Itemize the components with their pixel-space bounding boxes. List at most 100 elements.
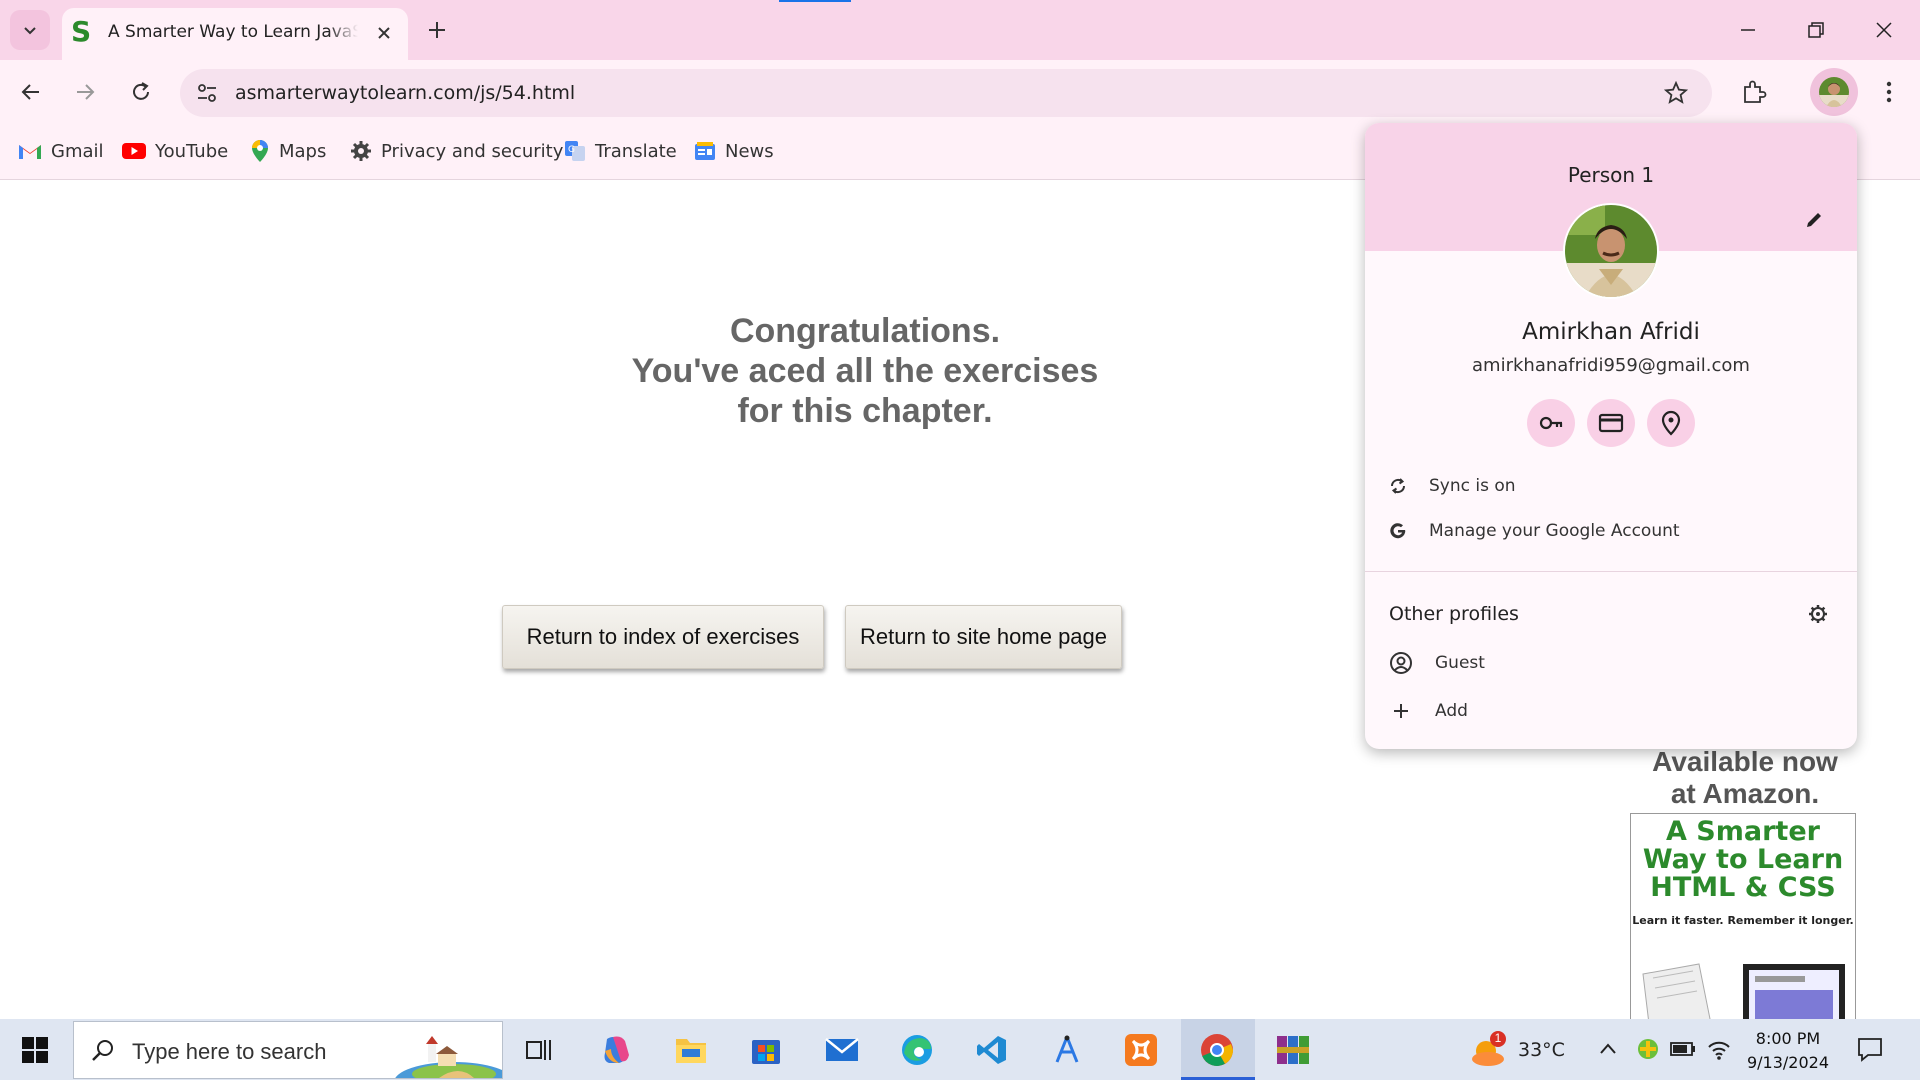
bookmark-translate[interactable]: G Translate <box>564 139 677 163</box>
winrar-button[interactable] <box>1274 1031 1312 1069</box>
reload-icon[interactable] <box>130 81 152 103</box>
manage-profiles-gear-icon[interactable] <box>1807 603 1829 625</box>
weather-badge: 1 <box>1494 1031 1502 1045</box>
chevron-down-icon <box>24 27 36 35</box>
url-text: asmarterwaytolearn.com/js/54.html <box>235 82 576 104</box>
congrats-line: You've aced all the exercises <box>631 352 1099 390</box>
payment-methods-button[interactable] <box>1587 399 1635 447</box>
address-bar[interactable]: asmarterwaytolearn.com/js/54.html <box>180 69 1712 117</box>
translate-icon: G <box>565 141 585 161</box>
manage-account-row[interactable]: Manage your Google Account <box>1389 521 1680 541</box>
notifications-icon[interactable] <box>1856 1035 1884 1063</box>
amazon-promo-text: Available now at Amazon. <box>1640 746 1850 810</box>
congrats-line: Congratulations. <box>729 312 1001 350</box>
new-tab-icon[interactable] <box>427 20 447 40</box>
sync-icon <box>1390 478 1406 494</box>
edit-pencil-icon[interactable] <box>1803 209 1825 231</box>
bookmark-label: Translate <box>595 140 677 162</box>
weather-temperature[interactable]: 33°C <box>1518 1039 1565 1061</box>
profile-person-label: Person 1 <box>1567 163 1655 187</box>
bookmark-label: News <box>725 140 774 162</box>
task-view-button[interactable] <box>520 1031 558 1069</box>
passwords-button[interactable] <box>1527 399 1575 447</box>
taskbar-search[interactable]: Type here to search <box>73 1021 503 1079</box>
close-tab-icon[interactable] <box>376 25 392 41</box>
tab-search-button[interactable] <box>10 10 50 50</box>
wifi-icon[interactable] <box>1706 1035 1732 1061</box>
return-to-index-button[interactable]: Return to index of exercises <box>502 605 824 669</box>
forward-icon[interactable] <box>74 81 96 103</box>
key-icon <box>1539 416 1563 430</box>
return-to-home-button[interactable]: Return to site home page <box>845 605 1122 669</box>
tab-strip: S A Smarter Way to Learn JavaScript <box>0 0 1920 60</box>
battery-icon[interactable] <box>1670 1040 1696 1058</box>
book-cover-link[interactable]: A Smarter Way to Learn HTML & CSS Learn … <box>1630 813 1856 1023</box>
extensions-icon[interactable] <box>1741 79 1767 105</box>
copilot-button[interactable] <box>597 1031 635 1069</box>
file-explorer-button[interactable] <box>672 1031 710 1069</box>
system-clock[interactable]: 8:00 PM 9/13/2024 <box>1738 1027 1838 1075</box>
bookmark-label: Maps <box>279 140 327 162</box>
mail-button[interactable] <box>823 1031 861 1069</box>
chrome-active-tile[interactable] <box>1181 1019 1255 1080</box>
avatar <box>1819 77 1849 107</box>
bookmark-privacy[interactable]: Privacy and security <box>350 139 563 163</box>
edge-button[interactable] <box>898 1031 936 1069</box>
windows-start-icon[interactable] <box>22 1037 48 1063</box>
youtube-icon <box>122 143 146 159</box>
add-profile-row[interactable]: Add <box>1389 699 1468 723</box>
taskbar: Type here to search 1 33°C 8:00 PM 9/13/… <box>0 1019 1920 1080</box>
minimize-icon[interactable] <box>1738 20 1758 40</box>
bookmark-star-icon[interactable] <box>1664 81 1688 105</box>
site-info-icon[interactable] <box>196 82 218 104</box>
tray-app-icon[interactable] <box>1636 1037 1660 1061</box>
sync-status-row[interactable]: Sync is on <box>1389 476 1516 496</box>
site-favicon-icon: S <box>71 15 92 48</box>
bookmark-youtube[interactable]: YouTube <box>122 139 228 163</box>
browser-toolbar: asmarterwaytolearn.com/js/54.html <box>0 60 1920 122</box>
vscode-icon <box>977 1036 1006 1064</box>
book-title: A Smarter Way to Learn HTML & CSS <box>1642 816 1844 903</box>
manage-account-label: Manage your Google Account <box>1429 521 1680 541</box>
vscode-button[interactable] <box>973 1031 1011 1069</box>
search-placeholder: Type here to search <box>132 1039 327 1064</box>
close-window-icon[interactable] <box>1874 20 1894 40</box>
book-tagline: Learn it faster. Remember it longer. <box>1632 914 1854 927</box>
addresses-button[interactable] <box>1647 399 1695 447</box>
app-button[interactable] <box>1048 1031 1086 1069</box>
more-menu-icon[interactable] <box>1878 80 1900 104</box>
account-circle-icon <box>1390 652 1412 674</box>
maps-pin-icon <box>252 140 268 162</box>
bookmark-maps[interactable]: Maps <box>250 139 326 163</box>
tab-active[interactable]: S A Smarter Way to Learn JavaScript <box>62 8 408 60</box>
drag-indicator <box>779 0 851 2</box>
folder-icon <box>676 1039 706 1063</box>
congrats-line: for this chapter. <box>737 392 993 430</box>
chevron-up-icon[interactable] <box>1598 1041 1618 1057</box>
profile-name: Amirkhan Afridi <box>1522 319 1700 345</box>
task-view-icon <box>526 1040 551 1060</box>
book-illustration <box>1642 963 1845 1022</box>
other-profiles-heading: Other profiles <box>1389 603 1519 625</box>
store-icon <box>752 1040 780 1064</box>
restore-icon[interactable] <box>1806 20 1826 40</box>
clock-time: 8:00 PM <box>1755 1029 1821 1048</box>
bookmark-label: YouTube <box>155 140 229 162</box>
guest-profile-row[interactable]: Guest <box>1389 651 1485 675</box>
sync-label: Sync is on <box>1429 476 1516 496</box>
google-g-icon <box>1390 523 1406 539</box>
winrar-icon <box>1277 1036 1309 1064</box>
guest-label: Guest <box>1435 653 1485 673</box>
gmail-icon <box>19 145 41 159</box>
microsoft-store-button[interactable] <box>747 1031 785 1069</box>
bookmark-gmail[interactable]: Gmail <box>18 139 104 163</box>
back-icon[interactable] <box>20 81 42 103</box>
chrome-icon <box>1201 1034 1233 1066</box>
xampp-button[interactable] <box>1122 1031 1160 1069</box>
gear-icon <box>351 141 371 161</box>
profile-button[interactable] <box>1810 68 1858 116</box>
bookmark-news[interactable]: News <box>694 139 774 163</box>
xampp-icon <box>1125 1034 1157 1066</box>
vector-app-icon <box>1055 1035 1079 1063</box>
svg-text:G: G <box>568 145 575 155</box>
